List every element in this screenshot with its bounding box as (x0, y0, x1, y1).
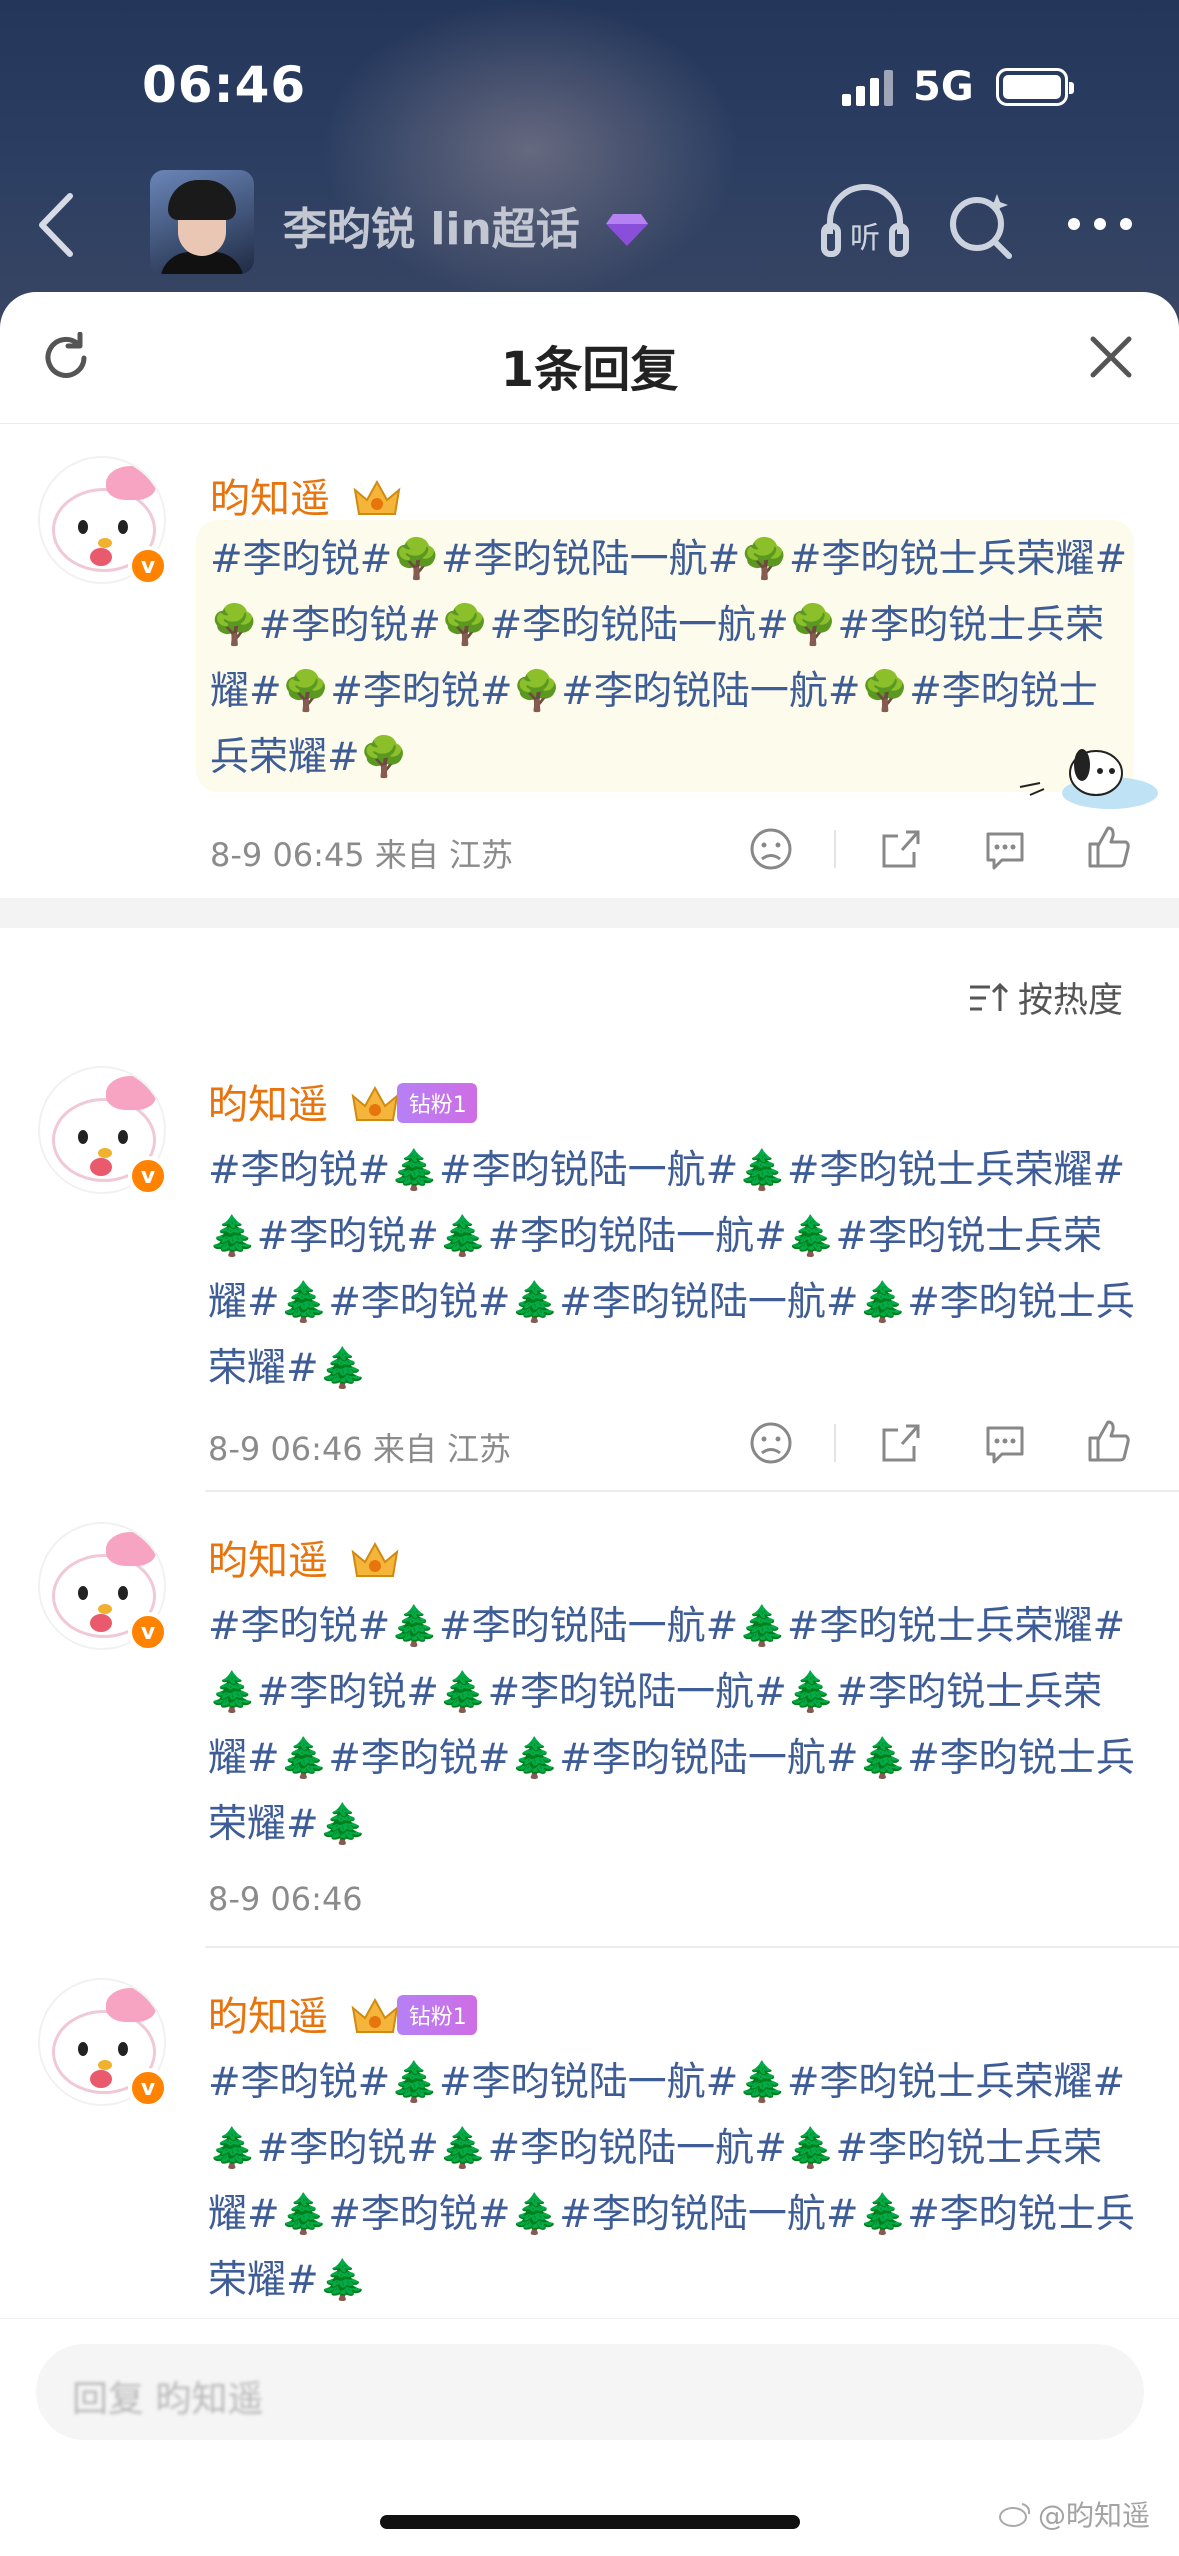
super-topic-title[interactable]: 李昀锐 lin超话 (283, 193, 649, 257)
action-divider (834, 830, 836, 868)
reply-divider (205, 1946, 1179, 1948)
pochacco-sticker-icon (1019, 749, 1158, 809)
comment-icon[interactable] (982, 1420, 1028, 1466)
network-label: 5G (913, 64, 974, 110)
reply-meta: 8-9 06:46 (208, 1880, 363, 1918)
fan-badge: 钻粉1 (396, 1083, 477, 1123)
reply-divider (205, 1490, 1179, 1492)
search-sparkle-icon[interactable] (945, 188, 1017, 260)
username[interactable]: 昀知遥 (208, 1528, 401, 1586)
super-topic-avatar[interactable] (150, 170, 254, 274)
status-icons: 5G (842, 62, 1074, 112)
reply-text: #李昀锐#🌲#李昀锐陆一航#🌲#李昀锐士兵荣耀#🌲#李昀锐#🌲#李昀锐陆一航#🌲… (208, 2060, 1135, 2303)
super-topic-title-text: 李昀锐 lin超话 (283, 204, 580, 255)
username[interactable]: 昀知遥 (210, 466, 403, 524)
dislike-face-icon[interactable] (748, 826, 794, 872)
comment-text: #李昀锐#🌳#李昀锐陆一航#🌳#李昀锐士兵荣耀#🌳#李昀锐#🌳#李昀锐陆一航#🌳… (210, 537, 1128, 780)
home-indicator[interactable] (380, 2515, 800, 2529)
reply-input[interactable]: 回复 昀知遥 (36, 2344, 1144, 2440)
action-divider (834, 1424, 836, 1462)
sheet-header: 1条回复 (0, 292, 1179, 424)
sort-button[interactable]: 按热度 (968, 972, 1123, 1023)
listen-label: 听 (850, 221, 880, 256)
username-text: 昀知遥 (208, 1082, 328, 1128)
username-text: 昀知遥 (210, 476, 330, 522)
reply-meta: 8-9 06:46 来自 江苏 (208, 1430, 512, 1468)
comment-icon[interactable] (982, 826, 1028, 872)
verified-badge-icon: v (128, 1156, 168, 1196)
like-icon[interactable] (1086, 824, 1132, 870)
share-icon[interactable] (878, 826, 924, 872)
crown-icon (353, 479, 401, 515)
verified-badge-icon: v (128, 2068, 168, 2108)
reply-text: #李昀锐#🌲#李昀锐陆一航#🌲#李昀锐士兵荣耀#🌲#李昀锐#🌲#李昀锐陆一航#🌲… (208, 1604, 1135, 1847)
sheet-title: 1条回复 (500, 342, 679, 398)
watermark-text: @昀知遥 (1038, 2499, 1151, 2532)
signal-icon (842, 68, 893, 106)
headphones-icon[interactable]: 听 (820, 182, 910, 262)
watermark: @昀知遥 (998, 2494, 1150, 2534)
status-time: 06:46 (142, 56, 307, 114)
verified-badge-icon: v (128, 1612, 168, 1652)
reply-text: #李昀锐#🌲#李昀锐陆一航#🌲#李昀锐士兵荣耀#🌲#李昀锐#🌲#李昀锐陆一航#🌲… (208, 1148, 1135, 1391)
fan-badge: 钻粉1 (396, 1995, 477, 2035)
weibo-logo-icon (999, 2503, 1031, 2527)
crown-icon (351, 1997, 399, 2033)
verified-badge-icon: v (128, 546, 168, 586)
diamond-icon (606, 214, 649, 246)
username-text: 昀知遥 (208, 1994, 328, 2040)
username-text: 昀知遥 (208, 1538, 328, 1584)
battery-icon (995, 68, 1074, 106)
section-divider (0, 898, 1179, 928)
crown-icon (351, 1541, 399, 1577)
username[interactable]: 昀知遥 钻粉1 (208, 1984, 477, 2042)
share-icon[interactable] (878, 1420, 924, 1466)
sort-icon (970, 982, 1008, 1011)
reply-input-placeholder: 回复 昀知遥 (72, 2379, 264, 2420)
close-icon[interactable] (1088, 334, 1134, 380)
more-dots-icon[interactable] (1068, 218, 1132, 230)
chevron-left-icon[interactable] (34, 190, 78, 260)
dislike-face-icon[interactable] (748, 1420, 794, 1466)
crown-icon (351, 1085, 399, 1121)
username[interactable]: 昀知遥 钻粉1 (208, 1072, 477, 1130)
like-icon[interactable] (1086, 1418, 1132, 1464)
comment-meta: 8-9 06:45 来自 江苏 (210, 836, 514, 874)
sort-label: 按热度 (1018, 981, 1124, 1021)
